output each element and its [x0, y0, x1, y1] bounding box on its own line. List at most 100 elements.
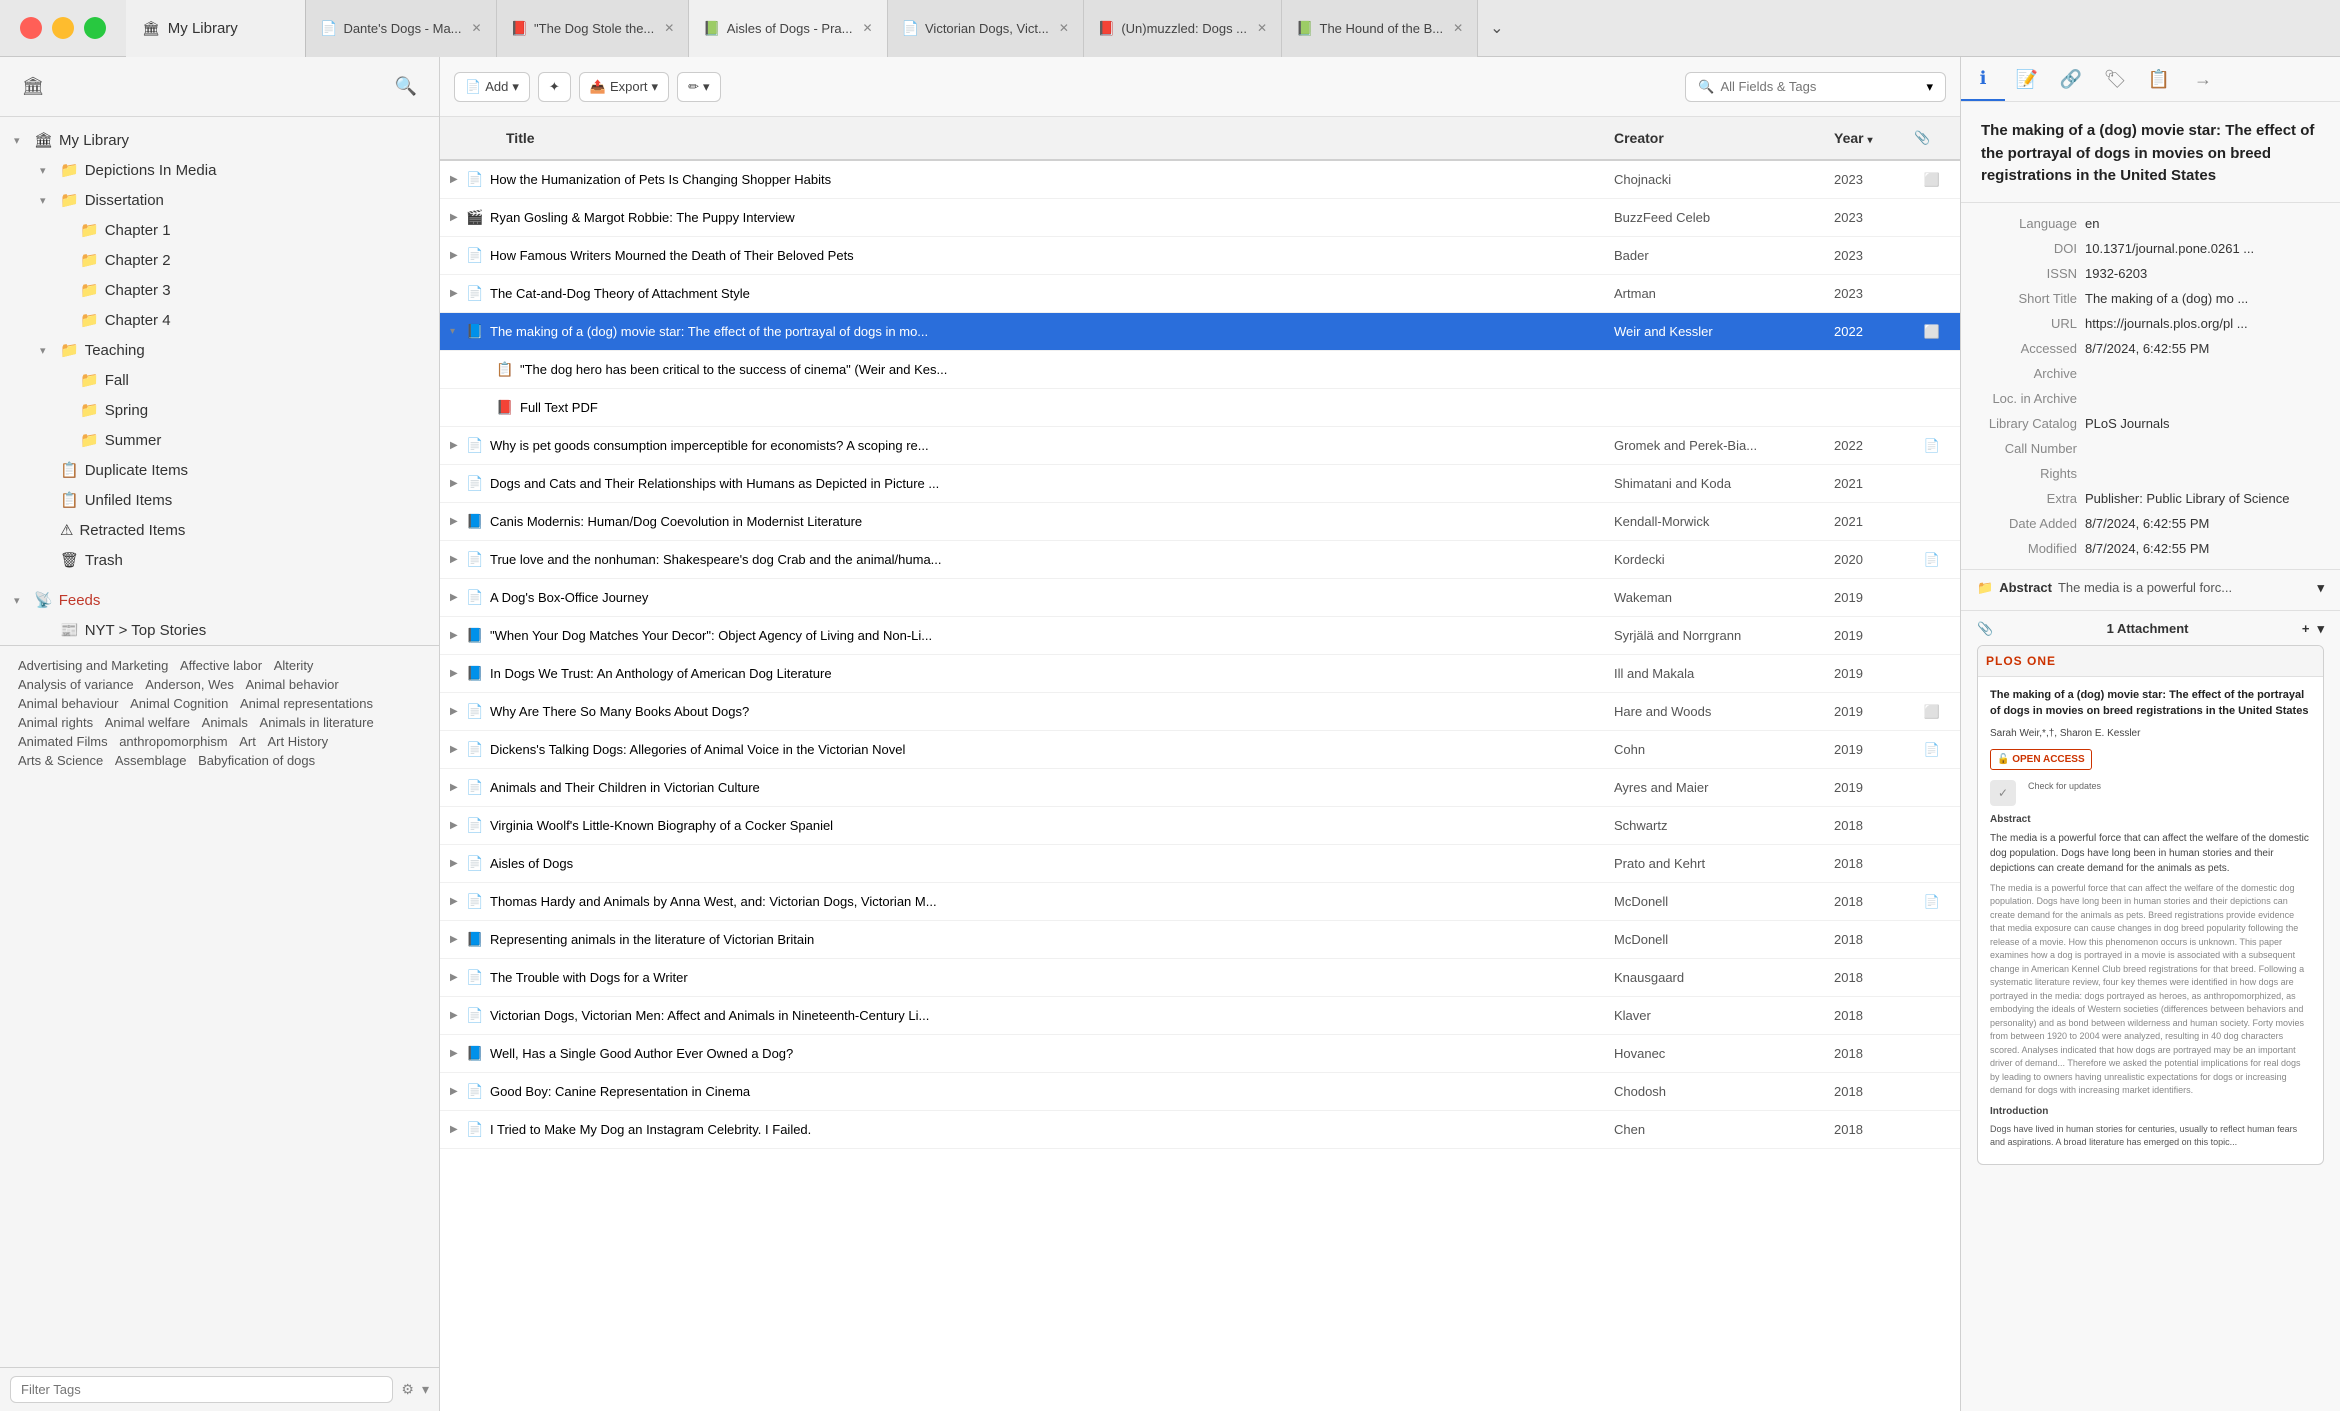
filter-down-icon[interactable]: ▾	[422, 1381, 429, 1398]
tag-animals[interactable]: Animals	[202, 715, 248, 730]
col-header-creator[interactable]: Creator	[1614, 130, 1834, 146]
tag-animal-behavior[interactable]: Animal behavior	[246, 677, 339, 692]
row-expand[interactable]: ▶	[450, 1086, 466, 1097]
tab-aisles-of-dogs[interactable]: 📗 Aisles of Dogs - Pra... ✕	[689, 0, 887, 57]
right-tab-notes[interactable]: 📋	[2137, 57, 2181, 101]
row-expand[interactable]: ▶	[450, 972, 466, 983]
tag-animals-in-lit[interactable]: Animals in literature	[260, 715, 374, 730]
row-expand[interactable]: ▶	[450, 1010, 466, 1021]
table-row[interactable]: ▶ 📄 True love and the nonhuman: Shakespe…	[440, 541, 1960, 579]
table-row[interactable]: ▶ 📘 In Dogs We Trust: An Anthology of Am…	[440, 655, 1960, 693]
attachment-add-icon[interactable]: +	[2302, 621, 2310, 637]
tag-alterity[interactable]: Alterity	[274, 658, 314, 673]
tag-arts-science[interactable]: Arts & Science	[18, 753, 103, 768]
table-row[interactable]: ▶ 📄 I Tried to Make My Dog an Instagram …	[440, 1111, 1960, 1149]
table-row[interactable]: ▶ 📄 The Trouble with Dogs for a Writer K…	[440, 959, 1960, 997]
table-row[interactable]: ▶ 📄 Why is pet goods consumption imperce…	[440, 427, 1960, 465]
tab-close-5[interactable]: ✕	[1257, 21, 1267, 35]
col-header-year[interactable]: Year ▾	[1834, 130, 1914, 146]
sidebar-search-button[interactable]: 🔍	[387, 68, 425, 106]
tag-animal-cognition[interactable]: Animal Cognition	[130, 696, 228, 711]
sidebar-item-fall[interactable]: 📁 Fall	[0, 365, 439, 395]
row-expand[interactable]: ▶	[450, 630, 466, 641]
row-expand[interactable]: ▶	[450, 820, 466, 831]
table-row[interactable]: 📋 "The dog hero has been critical to the…	[440, 351, 1960, 389]
sidebar-item-chapter3[interactable]: 📁 Chapter 3	[0, 275, 439, 305]
row-expand[interactable]: ▶	[450, 1124, 466, 1135]
tag-art[interactable]: Art	[239, 734, 256, 749]
tag-animal-representations[interactable]: Animal representations	[240, 696, 373, 711]
tag-art-history[interactable]: Art History	[267, 734, 328, 749]
row-expand[interactable]: ▶	[450, 440, 466, 451]
right-tab-arrow[interactable]: →	[2181, 57, 2225, 101]
row-expand[interactable]: ▶	[450, 554, 466, 565]
col-header-title[interactable]: Title	[486, 130, 1614, 146]
tab-overflow-button[interactable]: ⌄	[1478, 18, 1515, 38]
table-row[interactable]: ▶ 📄 The Cat-and-Dog Theory of Attachment…	[440, 275, 1960, 313]
sidebar-item-chapter1[interactable]: 📁 Chapter 1	[0, 215, 439, 245]
tab-hound[interactable]: 📗 The Hound of the B... ✕	[1282, 0, 1478, 57]
right-tab-tags[interactable]: 🏷	[2093, 57, 2137, 101]
sidebar-item-chapter4[interactable]: 📁 Chapter 4	[0, 305, 439, 335]
table-row[interactable]: ▶ 📄 Thomas Hardy and Animals by Anna Wes…	[440, 883, 1960, 921]
table-row[interactable]: ▶ 📄 Animals and Their Children in Victor…	[440, 769, 1960, 807]
sidebar-item-depictions[interactable]: ▾ 📁 Depictions In Media	[0, 155, 439, 185]
row-expand[interactable]: ▶	[450, 592, 466, 603]
row-expand[interactable]: ▶	[450, 668, 466, 679]
maximize-button[interactable]	[84, 17, 106, 39]
abstract-header[interactable]: 📁 Abstract The media is a powerful forc.…	[1977, 580, 2324, 596]
tag-babyfication[interactable]: Babyfication of dogs	[198, 753, 315, 768]
table-row[interactable]: ▶ 📄 Dogs and Cats and Their Relationship…	[440, 465, 1960, 503]
tag-animal-rights[interactable]: Animal rights	[18, 715, 93, 730]
tag-analysis-variance[interactable]: Analysis of variance	[18, 677, 134, 692]
row-expand[interactable]: ▶	[450, 250, 466, 261]
tab-victorian-dogs[interactable]: 📄 Victorian Dogs, Vict... ✕	[888, 0, 1084, 57]
sidebar-item-retracted[interactable]: ⚠ Retracted Items	[0, 515, 439, 545]
table-row[interactable]: ▶ 📄 Dickens's Talking Dogs: Allegories o…	[440, 731, 1960, 769]
row-expand[interactable]: ▾	[450, 326, 466, 337]
attachment-preview[interactable]: PLOS ONE The making of a (dog) movie sta…	[1977, 645, 2324, 1165]
row-expand[interactable]: ▶	[450, 744, 466, 755]
table-row[interactable]: ▶ 📄 Virginia Woolf's Little-Known Biogra…	[440, 807, 1960, 845]
minimize-button[interactable]	[52, 17, 74, 39]
table-row[interactable]: ▶ 📄 Good Boy: Canine Representation in C…	[440, 1073, 1960, 1111]
row-expand[interactable]: ▶	[450, 782, 466, 793]
right-tab-info[interactable]: ℹ	[1961, 57, 2005, 101]
table-row[interactable]: ▶ 📄 A Dog's Box-Office Journey Wakeman 2…	[440, 579, 1960, 617]
right-tab-abstract[interactable]: 📝	[2005, 57, 2049, 101]
row-expand[interactable]: ▶	[450, 516, 466, 527]
sidebar-item-teaching[interactable]: ▾ 📁 Teaching	[0, 335, 439, 365]
row-expand[interactable]: ▶	[450, 288, 466, 299]
row-expand[interactable]: ▶	[450, 174, 466, 185]
row-expand[interactable]: ▶	[450, 1048, 466, 1059]
row-expand[interactable]: ▶	[450, 934, 466, 945]
tag-animal-welfare[interactable]: Animal welfare	[105, 715, 190, 730]
right-tab-related[interactable]: 🔗	[2049, 57, 2093, 101]
tag-anthropomorphism[interactable]: anthropomorphism	[119, 734, 227, 749]
row-expand[interactable]: ▶	[450, 858, 466, 869]
table-row[interactable]: ▶ 📄 How the Humanization of Pets Is Chan…	[440, 161, 1960, 199]
row-expand[interactable]: ▶	[450, 478, 466, 489]
table-row[interactable]: ▶ 🎬 Ryan Gosling & Margot Robbie: The Pu…	[440, 199, 1960, 237]
annotate-button[interactable]: ✏ ▾	[677, 72, 720, 102]
wand-button[interactable]: ✦	[538, 72, 571, 102]
tab-my-library[interactable]: 🏛 My Library	[126, 0, 306, 57]
sidebar-item-feeds[interactable]: ▾ 📡 Feeds	[0, 585, 439, 615]
tag-assemblage[interactable]: Assemblage	[115, 753, 187, 768]
tab-close-6[interactable]: ✕	[1453, 21, 1463, 35]
tag-advertising[interactable]: Advertising and Marketing	[18, 658, 168, 673]
sidebar-item-duplicate[interactable]: 📋 Duplicate Items	[0, 455, 439, 485]
table-row[interactable]: ▶ 📄 Why Are There So Many Books About Do…	[440, 693, 1960, 731]
search-bar[interactable]: 🔍 ▾	[1685, 72, 1946, 102]
sidebar-item-nyt[interactable]: 📰 NYT > Top Stories	[0, 615, 439, 645]
table-row[interactable]: ▶ 📄 Aisles of Dogs Prato and Kehrt 2018	[440, 845, 1960, 883]
tab-dantes-dogs[interactable]: 📄 Dante's Dogs - Ma... ✕	[306, 0, 497, 57]
sidebar-item-trash[interactable]: 🗑 Trash	[0, 545, 439, 575]
table-row[interactable]: 📕 Full Text PDF	[440, 389, 1960, 427]
sidebar-item-my-library[interactable]: ▾ 🏛 My Library	[0, 125, 439, 155]
tag-affective-labor[interactable]: Affective labor	[180, 658, 262, 673]
sidebar-item-spring[interactable]: 📁 Spring	[0, 395, 439, 425]
attachment-collapse-icon[interactable]: ▾	[2317, 621, 2324, 637]
table-row[interactable]: ▶ 📘 Well, Has a Single Good Author Ever …	[440, 1035, 1960, 1073]
tab-dog-stole[interactable]: 📕 "The Dog Stole the... ✕	[497, 0, 690, 57]
